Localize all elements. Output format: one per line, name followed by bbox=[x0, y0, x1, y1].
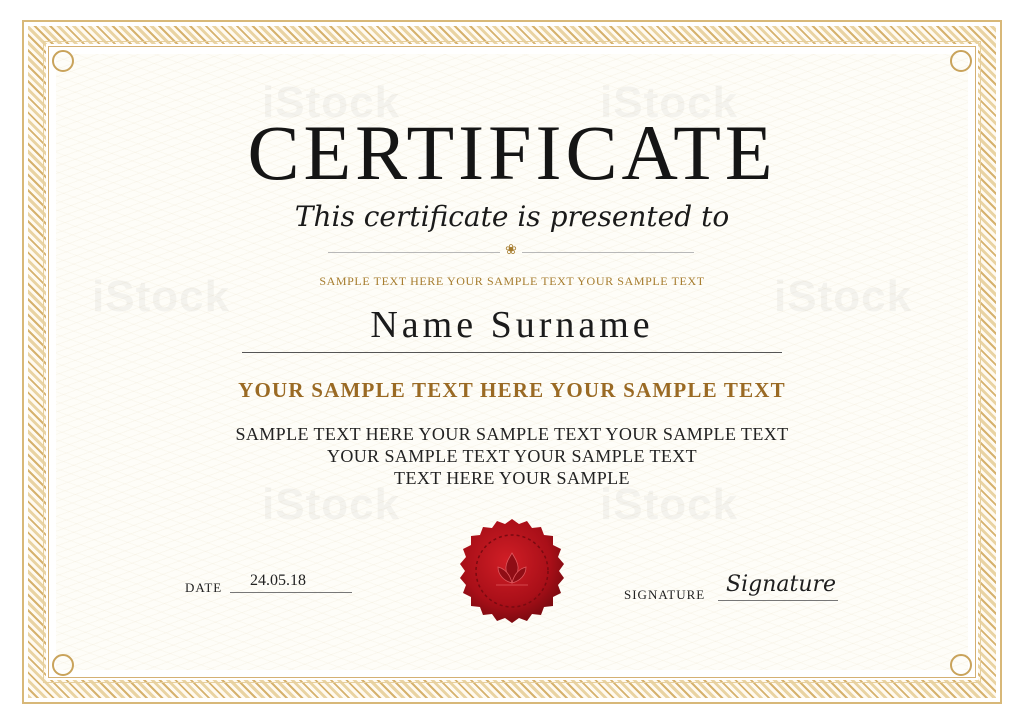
divider-right bbox=[522, 252, 694, 253]
corner-ornament-icon bbox=[52, 50, 74, 72]
certificate-title: CERTIFICATE bbox=[247, 109, 777, 196]
body-text-line: YOUR SAMPLE TEXT YOUR SAMPLE TEXT bbox=[326, 446, 698, 466]
date-value: 24.05.18 bbox=[250, 572, 306, 589]
signature-underline bbox=[718, 600, 838, 601]
name-underline bbox=[242, 352, 782, 353]
corner-ornament-icon bbox=[950, 50, 972, 72]
body-text-line: SAMPLE TEXT HERE YOUR SAMPLE TEXT YOUR S… bbox=[235, 424, 789, 444]
corner-ornament-icon bbox=[52, 654, 74, 676]
wax-seal-icon bbox=[460, 519, 564, 623]
date-underline bbox=[230, 592, 352, 593]
body-text-line: TEXT HERE YOUR SAMPLE bbox=[394, 468, 630, 488]
certificate-page: iStock iStock iStock iStock iStock iStoc… bbox=[0, 0, 1024, 724]
sample-small-text: SAMPLE TEXT HERE YOUR SAMPLE TEXT YOUR S… bbox=[319, 274, 705, 288]
corner-ornament-icon bbox=[950, 654, 972, 676]
presented-to-text: This certificate is presented to bbox=[294, 200, 730, 233]
lotus-ornament-icon: ❀ bbox=[505, 243, 517, 258]
recipient-name: Name Surname bbox=[370, 304, 654, 346]
divider-left bbox=[328, 252, 500, 253]
date-label: DATE bbox=[185, 580, 223, 595]
signature-value: Signature bbox=[726, 572, 837, 597]
signature-label: SIGNATURE bbox=[624, 587, 706, 602]
headline-text: YOUR SAMPLE TEXT HERE YOUR SAMPLE TEXT bbox=[238, 378, 786, 402]
